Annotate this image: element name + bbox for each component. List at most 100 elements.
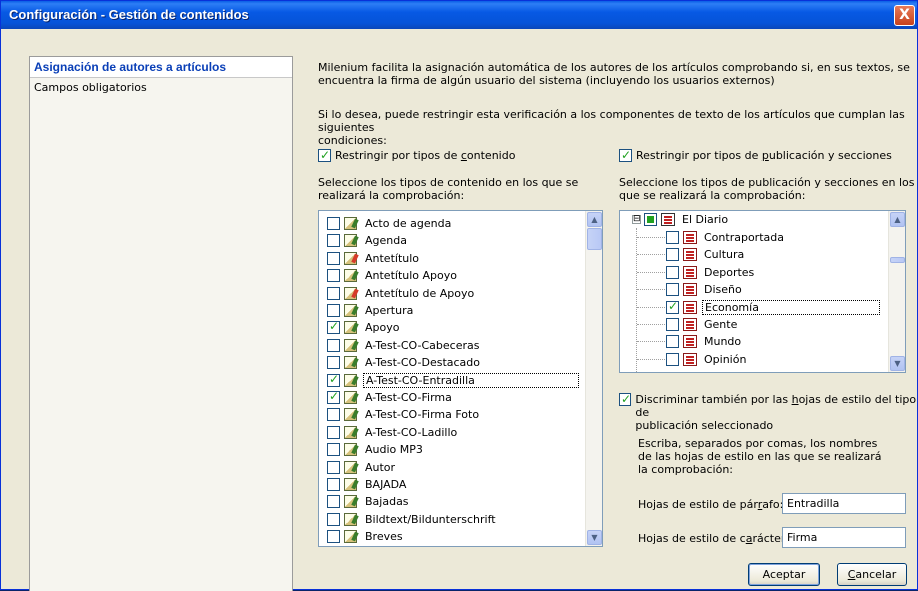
section-checkbox[interactable] [666, 352, 679, 366]
item-checkbox[interactable] [327, 372, 340, 387]
restrict-content-types-checkbox[interactable] [318, 148, 331, 162]
tree-root-label: El Diario [682, 213, 729, 226]
tree-section-item[interactable]: Cultura [666, 246, 746, 263]
list-item[interactable]: A-Test-CO-Cabeceras [319, 337, 583, 354]
accept-button[interactable]: Aceptar [748, 563, 820, 586]
tree-scrollbar[interactable]: ▲ ▼ [888, 211, 905, 372]
section-checkbox[interactable] [666, 335, 679, 349]
list-item[interactable]: Antetítulo [319, 250, 583, 267]
item-checkbox[interactable] [327, 530, 340, 544]
label-part: Restringir por tipos de [636, 149, 762, 162]
list-item[interactable]: Bildtext/Bildunterschrift [319, 511, 583, 528]
character-styles-input[interactable]: Firma [782, 527, 906, 548]
section-icon [683, 231, 697, 244]
section-checkbox[interactable] [666, 318, 679, 331]
section-checkbox[interactable] [666, 299, 679, 314]
section-checkbox[interactable] [666, 265, 679, 279]
item-checkbox[interactable] [327, 495, 340, 509]
list-item[interactable]: Bajadas [319, 493, 583, 510]
item-label: A-Test-CO-Cabeceras [365, 338, 480, 352]
tree-connector [637, 237, 665, 238]
section-icon [683, 335, 697, 349]
section-checkbox[interactable] [666, 231, 679, 244]
item-checkbox[interactable] [327, 269, 340, 283]
item-checkbox[interactable] [327, 408, 340, 422]
close-button[interactable]: X [894, 5, 915, 26]
section-icon [683, 318, 697, 331]
collapse-icon[interactable]: ⊟ [632, 215, 641, 224]
list-item[interactable]: Antetítulo de Apoyo [319, 285, 583, 302]
content-types-scrollbar[interactable]: ▲ ▼ [585, 211, 602, 546]
list-item[interactable]: Agenda [319, 232, 583, 249]
content-type-red-icon [344, 286, 357, 300]
item-checkbox[interactable] [327, 234, 340, 248]
item-checkbox[interactable] [327, 389, 340, 404]
restrict-publications-checkbox[interactable] [619, 148, 632, 162]
tree-section-item[interactable]: Mundo [666, 333, 743, 350]
item-checkbox[interactable] [327, 425, 340, 439]
restrict-content-types-option[interactable]: Restringir por tipos de contenido [318, 148, 515, 162]
list-item[interactable]: Breves [319, 528, 583, 545]
content-type-icon [344, 321, 357, 335]
tree-section-item[interactable]: Diseño [666, 281, 744, 298]
tree-section-item[interactable]: Gente [666, 316, 739, 333]
section-checkbox[interactable] [666, 283, 679, 297]
item-checkbox[interactable] [327, 512, 340, 526]
restrict-publications-option[interactable]: Restringir por tipos de publicación y se… [619, 148, 892, 162]
scroll-thumb[interactable] [890, 257, 905, 263]
item-checkbox[interactable] [327, 304, 340, 317]
tree-root-el-diario[interactable]: El Diario [644, 211, 730, 228]
content-types-list[interactable]: Acto de agenda Agenda Antetítulo Antetítulo… [318, 210, 603, 547]
item-checkbox[interactable] [327, 478, 340, 491]
list-item[interactable]: A-Test-CO-Destacado [319, 354, 583, 371]
instructions-line-1: Seleccione los tipos de contenido en los… [318, 176, 579, 189]
list-item[interactable]: BAJADA [319, 476, 583, 493]
section-label: Deportes [704, 265, 755, 279]
item-label: Autor [365, 460, 396, 474]
tree-section-item[interactable]: Opinión [666, 351, 748, 368]
list-item[interactable]: A-Test-CO-Entradilla [319, 372, 583, 389]
list-item[interactable]: Audio MP3 [319, 441, 583, 458]
scroll-down-button[interactable]: ▼ [587, 530, 602, 545]
list-item[interactable]: A-Test-CO-Firma Foto [319, 406, 583, 423]
scroll-thumb[interactable] [587, 228, 602, 250]
window-title: Configuración - Gestión de contenidos [9, 7, 249, 22]
list-item[interactable]: A-Test-CO-Ladillo [319, 424, 583, 441]
cancel-button[interactable]: Cancelar [837, 563, 907, 586]
tree-connector [637, 306, 665, 308]
item-checkbox[interactable] [327, 443, 340, 457]
scroll-up-button[interactable]: ▲ [587, 212, 602, 227]
content-type-icon [344, 269, 357, 283]
item-checkbox[interactable] [327, 319, 340, 335]
item-checkbox[interactable] [327, 286, 340, 300]
tree-section-item[interactable]: Economía [666, 299, 880, 316]
title-bar[interactable]: Configuración - Gestión de contenidos X [1, 1, 917, 29]
discriminate-option[interactable]: Discriminar también por las hojas de est… [619, 392, 917, 432]
sidebar-item-required-fields[interactable]: Campos obligatorios [30, 78, 292, 99]
item-checkbox[interactable] [327, 251, 340, 265]
section-checkbox[interactable] [666, 248, 679, 262]
list-item[interactable]: Acto de agenda [319, 215, 583, 232]
item-checkbox[interactable] [327, 356, 340, 370]
item-checkbox[interactable] [327, 338, 340, 352]
list-item[interactable]: Antetítulo Apoyo [319, 267, 583, 284]
list-item[interactable]: Apertura [319, 302, 583, 319]
paragraph-styles-input[interactable]: Entradilla [782, 493, 906, 514]
content-type-icon [344, 443, 357, 457]
list-item[interactable]: A-Test-CO-Firma [319, 389, 583, 406]
item-checkbox[interactable] [327, 460, 340, 474]
publications-tree[interactable]: ⊟ El Diario Contraportada Cultura Deportes… [619, 210, 906, 373]
item-checkbox[interactable] [327, 217, 340, 230]
restrict-line-1: Si lo desea, puede restringir esta verif… [318, 108, 905, 134]
list-item[interactable]: Autor [319, 459, 583, 476]
tree-root-checkbox[interactable] [644, 213, 657, 226]
content-type-icon [344, 495, 357, 509]
tree-section-item[interactable]: Contraportada [666, 229, 786, 246]
list-item[interactable]: Apoyo [319, 319, 583, 336]
publication-icon [661, 213, 675, 226]
tree-section-item[interactable]: Deportes [666, 264, 756, 281]
scroll-down-button[interactable]: ▼ [890, 356, 905, 371]
scroll-up-button[interactable]: ▲ [890, 212, 905, 227]
discriminate-checkbox[interactable] [619, 392, 631, 406]
sidebar-item-authors[interactable]: Asignación de autores a artículos [30, 57, 292, 78]
